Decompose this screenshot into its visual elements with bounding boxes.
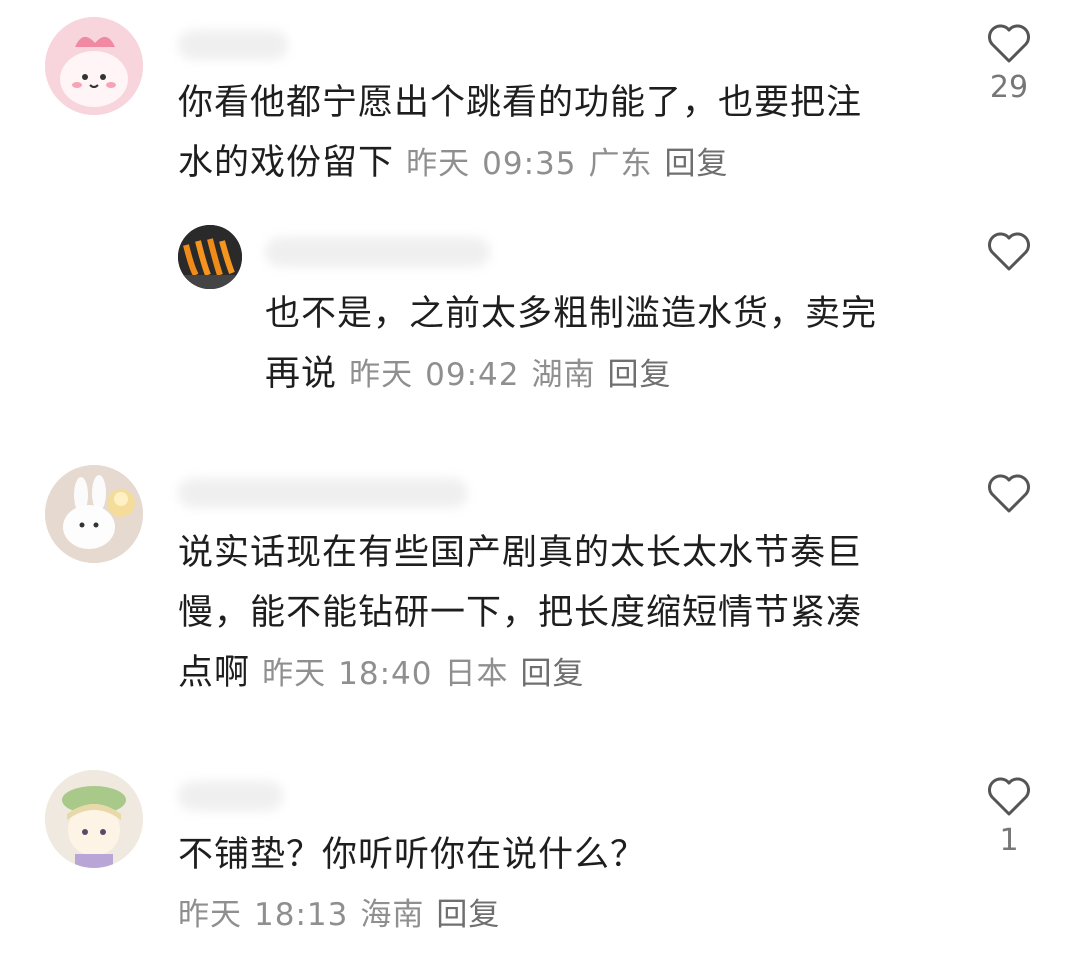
comment-line: 慢，能不能钻研一下，把长度缩短情节紧凑 <box>178 593 863 633</box>
comment-3: 说实话现在有些国产剧真的太长太水节奏巨 慢，能不能钻研一下，把长度缩短情节紧凑 … <box>0 450 1080 730</box>
comment-text: 说实话现在有些国产剧真的太长太水节奏巨 慢，能不能钻研一下，把长度缩短情节紧凑 … <box>178 523 958 704</box>
comment-line: 说实话现在有些国产剧真的太长太水节奏巨 <box>178 533 863 573</box>
comment-2-reply: 也不是，之前太多粗制滥造水货，卖完 再说 昨天 09:42 湖南 回复 <box>0 200 1080 420</box>
comment-time: 18:13 <box>254 897 349 933</box>
username-blurred[interactable] <box>178 478 468 508</box>
comment-4: 不铺垫？你听听你在说什么？ 昨天 18:13 海南 回复 1 <box>0 755 1080 977</box>
comment-date: 昨天 <box>262 656 327 692</box>
comment-location: 日本 <box>444 656 509 692</box>
comment-1: 你看他都宁愿出个跳看的功能了，也要把注 水的戏份留下 昨天 09:35 广东 回复 2… <box>0 0 1080 200</box>
comment-date: 昨天 <box>406 146 471 182</box>
comment-line: 也不是，之前太多粗制滥造水货，卖完 <box>265 294 878 334</box>
avatar-image <box>45 465 143 563</box>
comment-location: 海南 <box>360 897 425 933</box>
avatar-image <box>178 225 242 289</box>
heart-icon <box>988 232 1030 271</box>
avatar[interactable] <box>45 17 143 115</box>
username-blurred[interactable] <box>265 237 490 267</box>
heart-icon <box>988 24 1030 63</box>
username-blurred[interactable] <box>178 781 283 811</box>
comment-line-text: 再说 <box>265 354 338 394</box>
comment-meta: 昨天 18:13 海南 回复 <box>178 885 958 945</box>
avatar[interactable] <box>178 225 242 289</box>
comment-line: 点啊 昨天 18:40 日本 回复 <box>178 643 958 704</box>
heart-icon <box>988 777 1030 816</box>
heart-icon <box>988 474 1030 513</box>
comment-time: 18:40 <box>338 656 433 692</box>
comment-line-text: 点啊 <box>178 653 251 693</box>
reply-button[interactable]: 回复 <box>608 357 672 393</box>
avatar-image <box>45 770 143 868</box>
like-count: 29 <box>989 70 1029 105</box>
comment-line: 你看他都宁愿出个跳看的功能了，也要把注 <box>178 83 863 123</box>
comment-text: 不铺垫？你听听你在说什么？ 昨天 18:13 海南 回复 <box>178 825 958 945</box>
avatar-image <box>45 17 143 115</box>
avatar[interactable] <box>45 770 143 868</box>
comment-line-text: 水的戏份留下 <box>178 143 395 183</box>
like-button[interactable] <box>978 472 1040 520</box>
comment-date: 昨天 <box>178 897 242 933</box>
comment-text: 你看他都宁愿出个跳看的功能了，也要把注 水的戏份留下 昨天 09:35 广东 回复 <box>178 73 958 194</box>
comment-text: 也不是，之前太多粗制滥造水货，卖完 再说 昨天 09:42 湖南 回复 <box>265 284 965 405</box>
like-button[interactable]: 29 <box>978 22 1040 106</box>
comment-line: 不铺垫？你听听你在说什么？ <box>178 835 647 875</box>
reply-button[interactable]: 回复 <box>665 146 729 182</box>
comment-line: 水的戏份留下 昨天 09:35 广东 回复 <box>178 133 958 194</box>
reply-button[interactable]: 回复 <box>436 897 500 933</box>
comment-location: 广东 <box>588 146 653 182</box>
comment-time: 09:35 <box>482 146 577 182</box>
avatar[interactable] <box>45 465 143 563</box>
like-button[interactable]: 1 <box>978 775 1040 859</box>
comment-line: 再说 昨天 09:42 湖南 回复 <box>265 344 965 405</box>
username-blurred[interactable] <box>178 30 288 60</box>
comment-location: 湖南 <box>531 357 596 393</box>
reply-button[interactable]: 回复 <box>521 656 585 692</box>
like-button[interactable] <box>978 230 1040 278</box>
comment-date: 昨天 <box>349 357 414 393</box>
like-count: 1 <box>999 823 1019 858</box>
comment-time: 09:42 <box>425 357 520 393</box>
